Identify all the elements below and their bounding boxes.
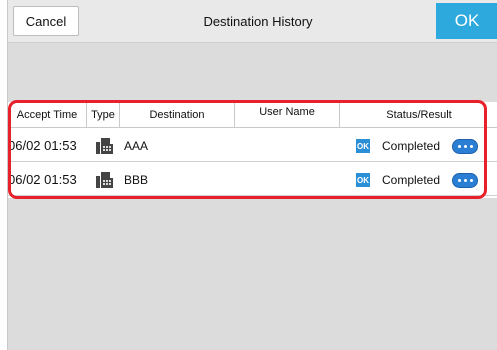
- cancel-button[interactable]: Cancel: [13, 6, 79, 36]
- more-options-icon[interactable]: [452, 139, 478, 154]
- fax-icon: [96, 130, 114, 161]
- page-title: Destination History: [203, 13, 313, 29]
- ok-status-icon: OK: [356, 139, 370, 153]
- more-options-icon[interactable]: [452, 173, 478, 188]
- header-user-name[interactable]: User Name: [235, 102, 340, 128]
- ok-button[interactable]: OK: [436, 3, 497, 39]
- header-type[interactable]: Type: [87, 102, 120, 128]
- table-row[interactable]: 06/02 01:53 BBB OK Completed: [8, 164, 497, 196]
- status-text: Completed: [382, 172, 441, 187]
- ok-status-icon: OK: [356, 173, 370, 187]
- header-destination[interactable]: Destination: [120, 102, 235, 128]
- top-bar: Cancel Destination History OK: [8, 0, 497, 43]
- accept-time: 06/02 01:53: [8, 138, 77, 153]
- header-accept-time[interactable]: Accept Time: [8, 102, 87, 128]
- fax-icon: [96, 164, 114, 195]
- panel-screen: Cancel Destination History OK Accept Tim…: [7, 0, 497, 350]
- history-table: Accept Time Type Destination User Name S…: [8, 102, 497, 198]
- header-status[interactable]: Status/Result: [340, 102, 497, 128]
- status-text: Completed: [382, 138, 441, 153]
- accept-time: 06/02 01:53: [8, 172, 77, 187]
- destination: AAA: [124, 138, 149, 153]
- table-row[interactable]: 06/02 01:53 AAA OK Completed: [8, 130, 497, 162]
- table-header: Accept Time Type Destination User Name S…: [8, 102, 497, 128]
- destination: BBB: [124, 172, 149, 187]
